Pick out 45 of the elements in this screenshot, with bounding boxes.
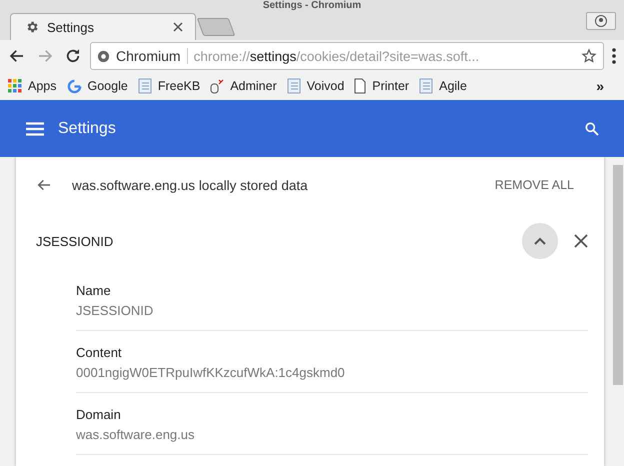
site-label: Chromium <box>116 48 188 64</box>
star-icon[interactable] <box>581 48 597 64</box>
person-icon <box>595 15 607 27</box>
menu-button[interactable] <box>610 46 618 66</box>
menu-icon[interactable] <box>26 122 44 136</box>
bookmark-link[interactable]: Adminer <box>210 78 277 94</box>
bookmark-link[interactable]: Apps <box>8 79 56 93</box>
field-value: JSESSIONID <box>76 303 154 318</box>
window-title: Settings - Chromium <box>262 0 362 12</box>
field-label: Domain <box>76 407 122 422</box>
bookmark-link[interactable]: Agile <box>419 78 467 94</box>
remove-all-button[interactable]: REMOVE ALL <box>488 177 580 193</box>
bookmark-link[interactable]: Google <box>66 78 128 94</box>
field-label: Content <box>76 345 123 360</box>
document-icon <box>286 78 301 94</box>
field-label: Name <box>76 283 112 298</box>
address-bar[interactable]: Chromium chrome://settings/cookies/detail?site=was.soft... <box>90 42 604 70</box>
bookmark-link[interactable]: Printer <box>354 78 410 94</box>
database-icon <box>210 78 224 94</box>
vertical-dots-icon <box>612 48 616 64</box>
gear-icon <box>25 20 39 34</box>
search-icon[interactable] <box>584 120 600 136</box>
reload-icon <box>64 47 82 65</box>
url-text: chrome://settings/cookies/detail?site=was.soft... <box>194 48 480 64</box>
google-g-icon <box>66 78 82 94</box>
close-icon <box>574 234 588 248</box>
field-value: 0001ngigW0ETRpuIwfKKzcufWkA:1c4gskmd0 <box>76 365 346 380</box>
document-icon <box>419 78 434 94</box>
header-title: Settings <box>58 120 117 138</box>
bookmarks-overflow-button[interactable]: » <box>596 78 616 94</box>
profile-button[interactable] <box>586 12 616 30</box>
browser-tab[interactable]: Settings <box>10 13 196 40</box>
chromium-logo-icon <box>97 50 110 62</box>
file-icon <box>354 78 366 94</box>
close-icon[interactable] <box>173 22 183 32</box>
back-arrow-icon[interactable] <box>36 177 52 193</box>
page-title: was.software.eng.us locally stored data <box>72 178 309 192</box>
apps-grid-icon <box>8 79 22 93</box>
field-value: was.software.eng.us <box>76 427 196 442</box>
cookie-name: JSESSIONID <box>36 234 114 248</box>
document-icon <box>138 78 152 94</box>
bookmark-link[interactable]: Voivod <box>286 78 344 94</box>
chevron-icon <box>534 237 546 245</box>
bookmark-link[interactable]: FreeKB <box>138 78 200 94</box>
delete-button[interactable] <box>574 234 588 248</box>
